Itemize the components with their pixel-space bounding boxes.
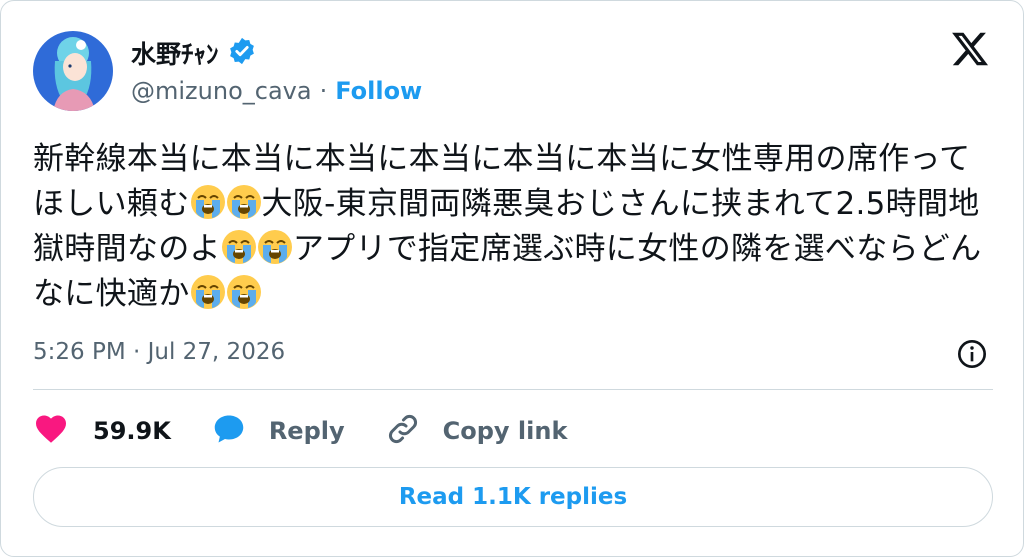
tweet-text: 新幹線本当に本当に本当に本当に本当に本当に女性専用の席作ってほしい頼む 大阪-東京… (33, 137, 993, 317)
like-button[interactable]: 59.9K (33, 411, 171, 451)
tweet-card: 水野ﾁｬﾝ @mizuno_cava · Follow 新幹線本当に本当に本当に… (0, 0, 1024, 557)
copy-link-button[interactable]: Copy link (385, 411, 568, 451)
copy-link-label: Copy link (442, 417, 568, 445)
action-bar: 59.9K Reply Copy link (33, 411, 607, 451)
reply-label: Reply (268, 417, 345, 445)
loudly-crying-face-icon (190, 274, 226, 310)
display-name[interactable]: 水野ﾁｬﾝ (131, 35, 219, 71)
loudly-crying-face-icon (226, 184, 262, 220)
reply-button[interactable]: Reply (211, 411, 345, 451)
loudly-crying-face-icon (221, 229, 257, 265)
separator-dot: · (319, 77, 328, 105)
handle[interactable]: @mizuno_cava (131, 77, 312, 105)
reply-bubble-icon (211, 411, 247, 451)
tweet-timestamp[interactable]: 5:26 PM · Jul 27, 2026 (33, 339, 285, 365)
follow-button[interactable]: Follow (335, 77, 422, 105)
link-icon (385, 411, 421, 451)
loudly-crying-face-icon (190, 184, 226, 220)
divider (33, 389, 993, 390)
loudly-crying-face-icon (257, 229, 293, 265)
like-count: 59.9K (93, 417, 171, 445)
heart-icon (33, 411, 69, 451)
loudly-crying-face-icon (226, 274, 262, 310)
verified-badge-icon (227, 36, 257, 70)
read-replies-button[interactable]: Read 1.1K replies (33, 467, 993, 527)
avatar[interactable] (33, 31, 113, 111)
